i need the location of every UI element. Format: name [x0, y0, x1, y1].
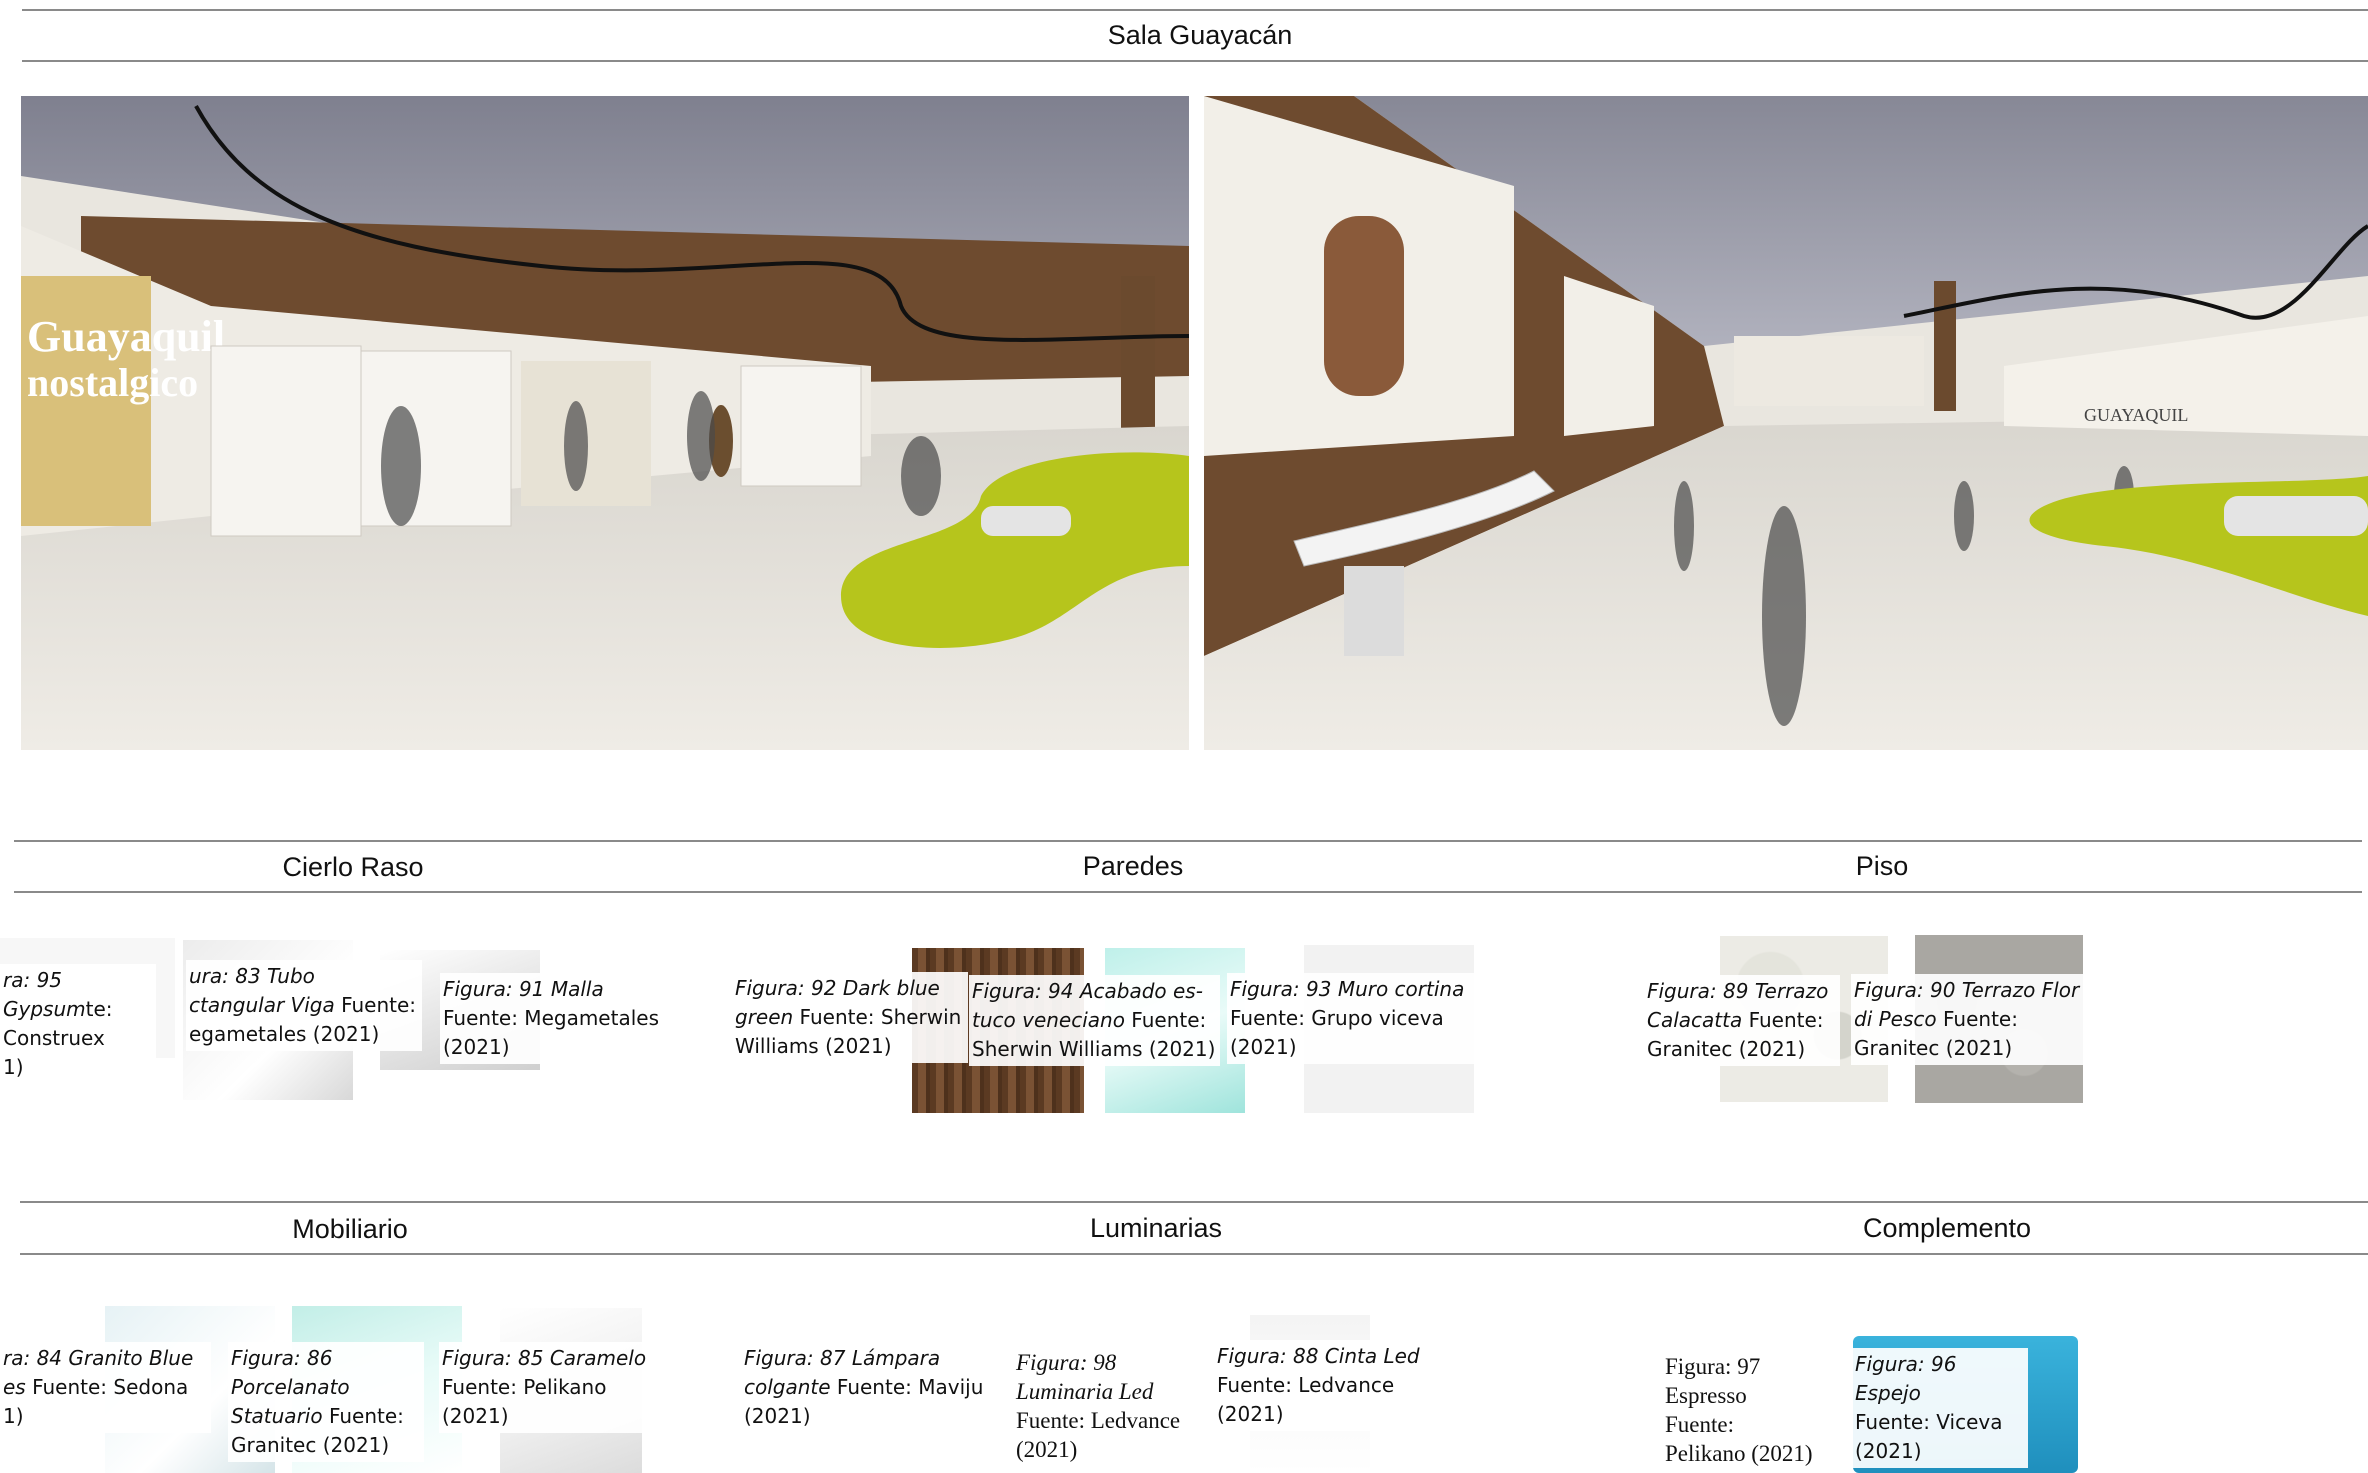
left-banner-title-2: nostalgico [27, 360, 198, 405]
caption-fig93: Figura: 93 Muro cortina Fuente: Grupo vi… [1227, 973, 1483, 1064]
caption-fig97-source: Fuente: Pelikano (2021) [1665, 1412, 1813, 1466]
caption-fig97-title: Figura: 97 Espresso [1665, 1354, 1761, 1408]
render-left: Guayaquil nostalgico [21, 96, 1189, 750]
top-rule-upper [22, 9, 2368, 11]
caption-fig95-title: ra: 95 Gypsum [3, 968, 86, 1021]
top-rule-lower [22, 60, 2368, 62]
caption-fig96-source: Fuente: Viceva (2021) [1855, 1410, 2003, 1463]
caption-fig98-source: Fuente: Ledvance (2021) [1016, 1408, 1181, 1462]
page-title: Sala Guayacán [1107, 20, 1293, 50]
caption-fig88-title: Figura: 88 Cinta Led [1217, 1344, 1420, 1368]
caption-fig95: ra: 95 Gypsumte: Construex 1) [0, 964, 156, 1084]
row2-rule-upper [20, 1201, 2368, 1203]
caption-fig97: Figura: 97 Espresso Fuente: Pelikano (20… [1662, 1350, 1838, 1470]
section-title-cielo-raso: Cierlo Raso [282, 852, 424, 882]
caption-fig93-source: Fuente: Grupo viceva (2021) [1230, 1006, 1444, 1059]
caption-fig83: ura: 83 Tubo ctangular Viga Fuente: egam… [186, 960, 422, 1051]
left-banner-title-1: Guayaquil [27, 312, 225, 361]
section-title-luminarias: Luminarias [1089, 1213, 1223, 1243]
section-title-piso: Piso [1855, 851, 1909, 881]
caption-fig98-title: Figura: 98 Luminaria Led [1016, 1350, 1154, 1404]
caption-fig94: Figura: 94 Acabado es- tuco veneciano Fu… [969, 975, 1220, 1066]
section-title-complemento: Complemento [1862, 1213, 2032, 1243]
caption-fig88-source: Fuente: Ledvance (2021) [1217, 1373, 1395, 1426]
caption-fig83-title: ura: 83 Tubo ctangular Viga [189, 964, 335, 1017]
caption-fig87: Figura: 87 Lámpara colgante Fuente: Mavi… [741, 1342, 997, 1433]
caption-fig96: Figura: 96 Espejo Fuente: Viceva (2021) [1852, 1348, 2028, 1468]
render-right-scene: GUAYAQUIL [1204, 96, 2368, 750]
caption-fig86: Figura: 86 Porcelanato Statuario Fuente:… [228, 1342, 424, 1462]
right-banner-title: GUAYAQUIL [2084, 405, 2188, 425]
caption-fig84: ra: 84 Granito Blue es Fuente: Sedona 1) [0, 1342, 211, 1433]
caption-fig85-title: Figura: 85 Caramelo [442, 1346, 647, 1370]
caption-fig98: Figura: 98 Luminaria Led Fuente: Ledvanc… [1013, 1346, 1209, 1466]
caption-fig91-source: Fuente: Megametales (2021) [443, 1006, 659, 1059]
section-title-paredes: Paredes [1082, 851, 1184, 881]
caption-fig85: Figura: 85 Caramelo Fuente: Pelikano (20… [439, 1342, 660, 1433]
caption-fig84-source: Fuente: Sedona 1) [3, 1375, 189, 1428]
caption-fig96-title: Figura: 96 Espejo [1855, 1352, 1957, 1405]
caption-fig90: Figura: 90 Terrazo Flor di Pesco Fuente:… [1851, 974, 2097, 1065]
row1-rule-upper [14, 840, 2362, 842]
caption-fig91-title: Figura: 91 Malla [443, 977, 604, 1001]
caption-fig92: Figura: 92 Dark blue green Fuente: Sherw… [732, 972, 968, 1063]
row2-rule-lower [20, 1253, 2368, 1255]
section-title-mobiliario: Mobiliario [292, 1214, 408, 1244]
row1-rule-lower [14, 891, 2362, 893]
caption-fig85-source: Fuente: Pelikano (2021) [442, 1375, 607, 1428]
caption-fig91: Figura: 91 Malla Fuente: Megametales (20… [440, 973, 676, 1064]
caption-fig88: Figura: 88 Cinta Led Fuente: Ledvance (2… [1214, 1340, 1450, 1431]
caption-fig89: Figura: 89 Terrazo Calacatta Fuente: Gra… [1644, 975, 1840, 1066]
caption-fig93-title: Figura: 93 Muro cortina [1230, 977, 1465, 1001]
render-left-scene: Guayaquil nostalgico [21, 96, 1189, 750]
render-right: GUAYAQUIL [1204, 96, 2368, 750]
